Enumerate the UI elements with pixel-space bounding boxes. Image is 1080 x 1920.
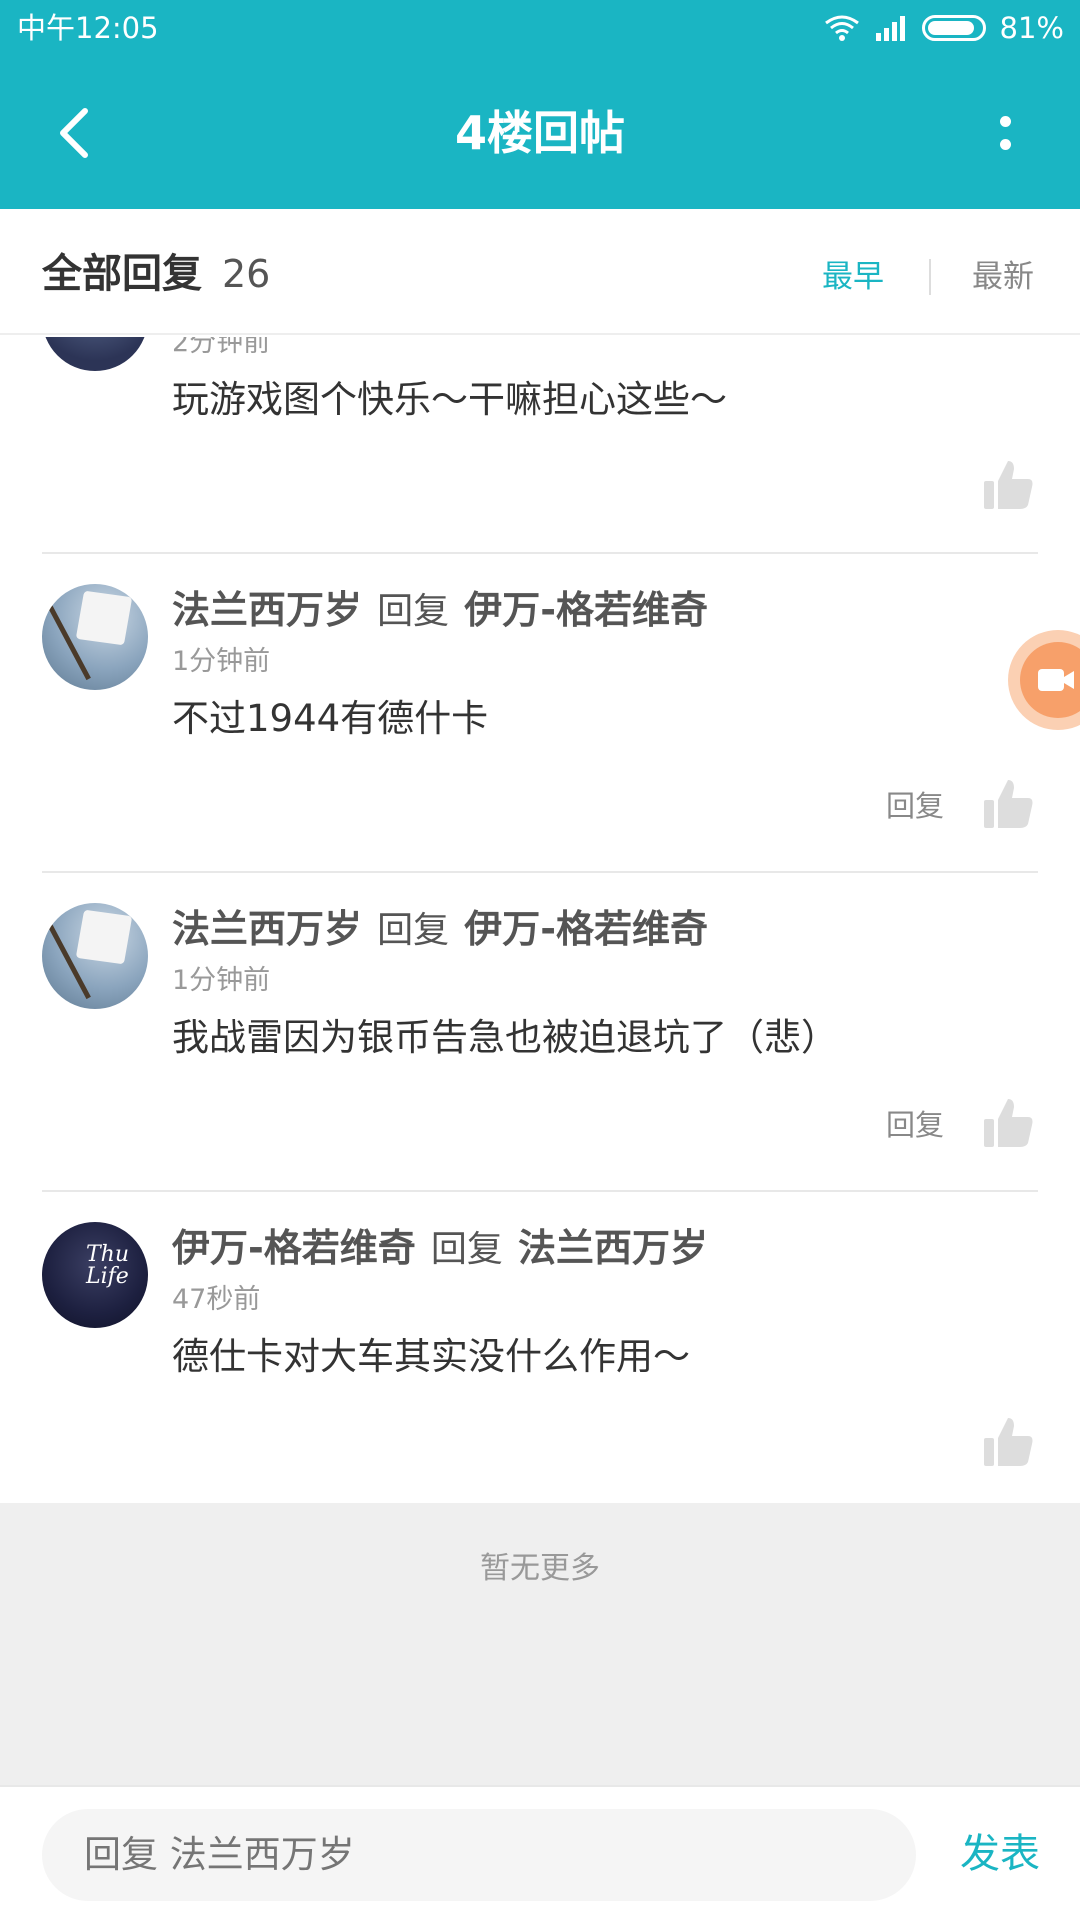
reply-content: 玩游戏图个快乐～干嘛担心这些～: [172, 378, 727, 421]
reply-item: 法兰西万岁 回复 伊万-格若维奇 1分钟前 不过1944有德什卡 回复: [0, 554, 1080, 873]
more-dot-icon: [999, 116, 1011, 127]
reply-header: 法兰西万岁 回复 伊万-格若维奇: [172, 584, 708, 644]
signal-icon: [875, 16, 905, 41]
no-more-text: 暂无更多: [480, 1551, 600, 1586]
send-button[interactable]: 发表: [960, 1827, 1040, 1881]
reply-button[interactable]: 回复: [886, 1105, 944, 1145]
reply-to-word: 回复: [377, 591, 450, 632]
battery-icon: [921, 15, 986, 41]
author-name[interactable]: 法兰西万岁: [172, 588, 362, 632]
thumbs-up-icon: [984, 780, 1033, 828]
thumbs-up-icon: [984, 461, 1033, 509]
target-name[interactable]: 伊万-格若维奇: [464, 907, 708, 951]
avatar-logo-text: Thu Life: [86, 1242, 130, 1289]
more-dot-icon: [999, 139, 1011, 150]
avatar[interactable]: [42, 903, 148, 1009]
wifi-icon: [824, 15, 859, 41]
target-name[interactable]: 伊万-格若维奇: [464, 588, 708, 632]
like-button[interactable]: [980, 457, 1036, 513]
reply-input[interactable]: [42, 1809, 916, 1901]
author-name[interactable]: 伊万-格若维奇: [172, 1226, 416, 1270]
sort-latest-tab[interactable]: 最新: [972, 257, 1034, 297]
app-header-bar: 中午12:05 81% 4楼回帖: [0, 0, 1080, 209]
like-button[interactable]: [980, 776, 1036, 832]
reply-header: 伊万-格若维奇 回复 法兰西万岁: [172, 1222, 708, 1282]
white-flag-shape: [75, 590, 133, 646]
reply-button[interactable]: 回复: [886, 786, 944, 826]
reply-content: 德仕卡对大车其实没什么作用～: [172, 1335, 690, 1378]
reply-bar: 发表: [0, 1785, 1080, 1920]
all-replies-label: 全部回复: [42, 251, 202, 297]
more-options-button[interactable]: [970, 98, 1040, 168]
reply-item: 法兰西万岁 回复 伊万-格若维奇 1分钟前 我战雷因为银币告急也被迫退坑了（悲）…: [0, 873, 1080, 1192]
reply-list[interactable]: 2分钟前 玩游戏图个快乐～干嘛担心这些～ 法兰西万岁 回复 伊万-格若维奇 1分…: [0, 337, 1080, 1503]
like-button[interactable]: [980, 1414, 1036, 1470]
battery-percent: 81%: [999, 11, 1064, 45]
sort-earliest-tab[interactable]: 最早: [822, 257, 884, 297]
reply-item: 2分钟前 玩游戏图个快乐～干嘛担心这些～: [0, 337, 1080, 554]
like-button[interactable]: [980, 1095, 1036, 1151]
page-title: 4楼回帖: [454, 106, 625, 160]
sort-bar: 全部回复 26 最早 最新: [0, 209, 1080, 335]
target-name[interactable]: 法兰西万岁: [518, 1226, 708, 1270]
reply-to-word: 回复: [377, 910, 450, 951]
reply-header: 法兰西万岁 回复 伊万-格若维奇: [172, 903, 708, 963]
reply-to-word: 回复: [430, 1229, 503, 1270]
reply-content: 不过1944有德什卡: [172, 697, 489, 740]
thumbs-up-icon: [984, 1099, 1033, 1147]
reply-item: Thu Life 伊万-格若维奇 回复 法兰西万岁 47秒前 德仕卡对大车其实没…: [0, 1192, 1080, 1503]
reply-content: 我战雷因为银币告急也被迫退坑了（悲）: [172, 1016, 838, 1059]
avatar[interactable]: [42, 584, 148, 690]
author-name[interactable]: 法兰西万岁: [172, 907, 362, 951]
list-end-area: 暂无更多: [0, 1503, 1080, 1785]
reply-time: 47秒前: [172, 1284, 261, 1315]
video-camera-icon: [1020, 642, 1080, 718]
thumbs-up-icon: [984, 1418, 1033, 1466]
avatar[interactable]: Thu Life: [42, 1222, 148, 1328]
status-bar: 中午12:05 81%: [0, 0, 1080, 58]
status-icons: 81%: [824, 10, 1064, 46]
reply-time: 2分钟前: [172, 337, 271, 358]
reply-time: 1分钟前: [172, 965, 271, 996]
reply-time: 1分钟前: [172, 646, 271, 677]
white-flag-shape: [75, 909, 133, 965]
status-time: 中午12:05: [17, 11, 159, 45]
nav-header: 4楼回帖: [0, 58, 1080, 209]
sort-divider: [929, 259, 931, 295]
reply-count: 26: [222, 252, 271, 296]
camera-glyph-icon: [1038, 669, 1074, 691]
avatar[interactable]: [42, 337, 148, 371]
